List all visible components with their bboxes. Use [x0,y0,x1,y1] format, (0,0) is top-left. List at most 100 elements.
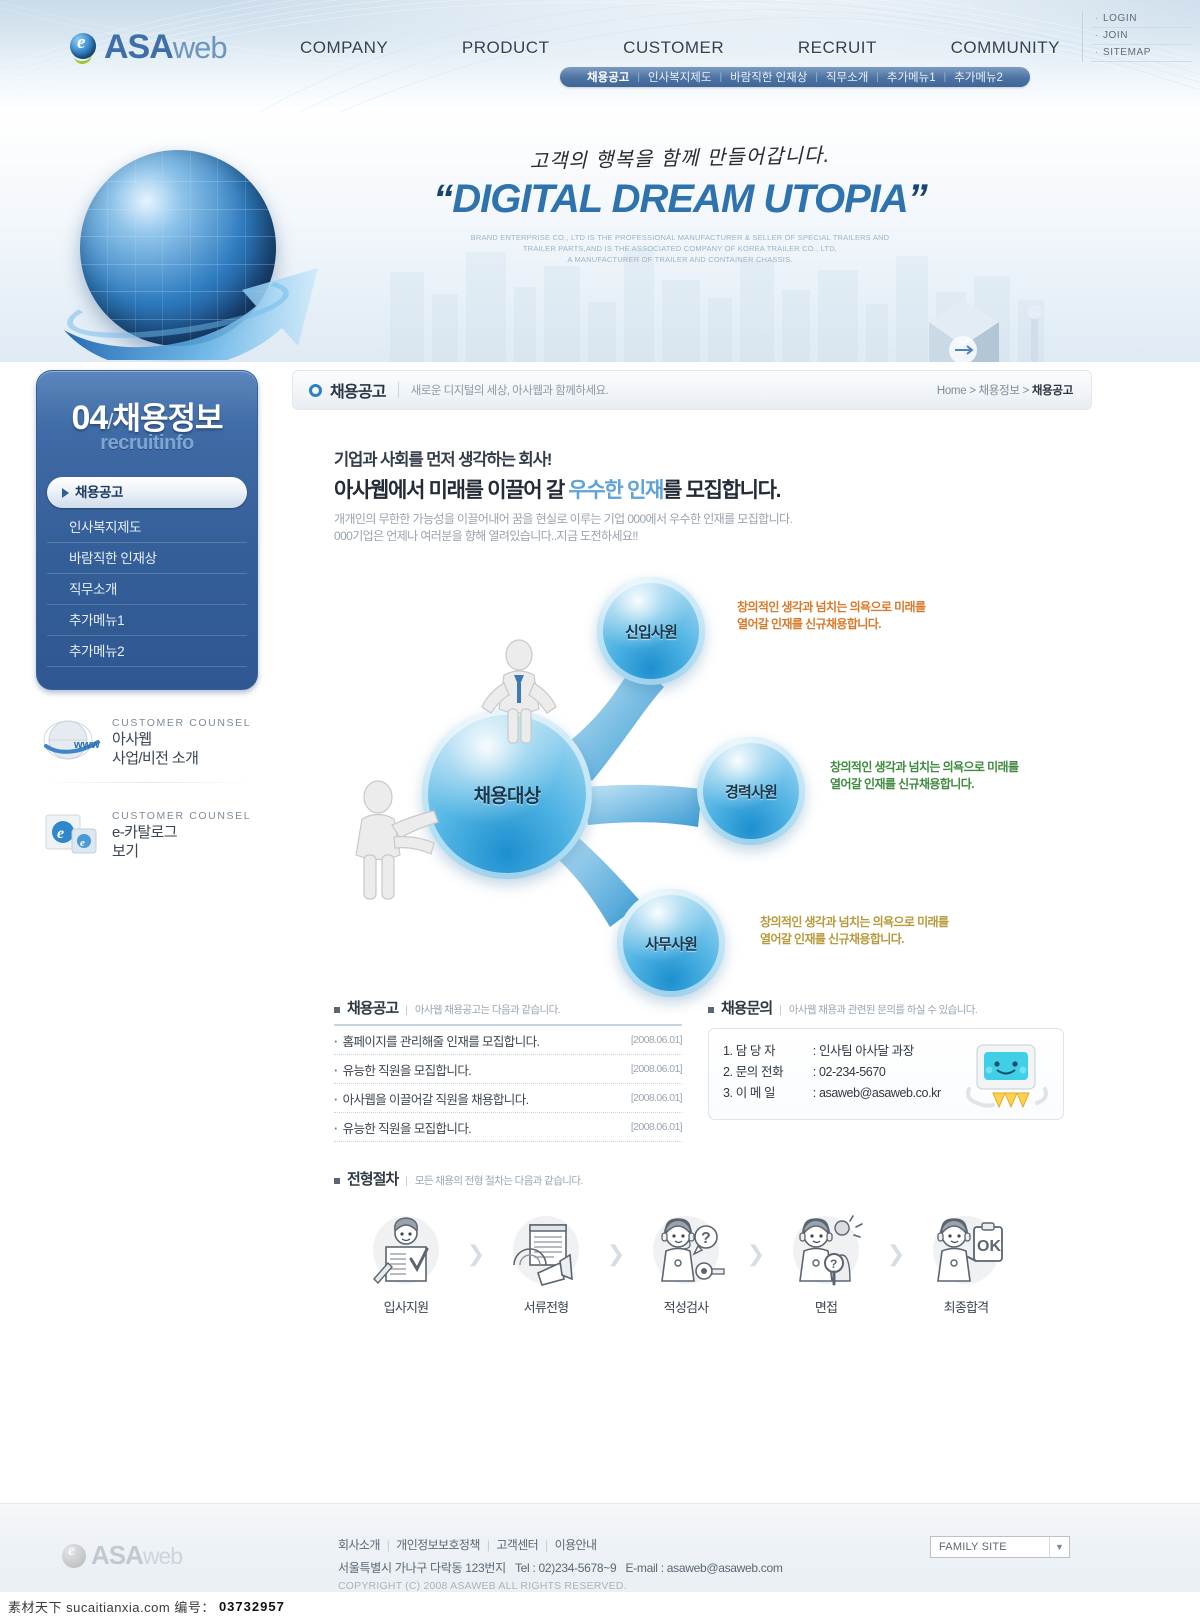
notice-date: [2008.06.01] [630,1063,683,1075]
process-heading: 전형절차 [347,1171,399,1188]
site-header: ASAweb COMPANY PRODUCT CUSTOMER RECRUIT … [0,0,1200,112]
process-step-document: 서류전형 [492,1213,600,1316]
document-megaphone-icon [504,1213,588,1287]
process-head-divider: | [405,1176,408,1187]
process-step-aptitude: ? 적성검사 [632,1213,740,1316]
table-row[interactable]: 유능한 직원을 모집합니다. [2008.06.01] [334,1055,683,1084]
logo-text-web: web [172,30,228,65]
svg-text:OK: OK [977,1238,1001,1255]
interview-magnifier-icon: ? [784,1213,868,1287]
hero-korean-headline: 고객의 행복을 함께 만들어갑니다. [529,142,831,174]
nav-item-community[interactable]: COMMUNITY [951,38,1060,58]
quote-open: “ [433,177,453,221]
footer-divider: | [386,1538,390,1552]
family-site-select[interactable]: FAMILY SITE ▼ [930,1536,1070,1558]
lead-line1: 기업과 사회를 먼저 생각하는 회사! [334,451,552,469]
diagram-note-new-employee: 창의적인 생각과 넘치는 의욕으로 미래를 열어갈 인재를 신규채용합니다. [737,599,926,633]
sidebar-item-job-intro[interactable]: 직무소개 [47,574,247,605]
diagram-note-experienced: 창의적인 생각과 넘치는 의욕으로 미래를 열어갈 인재를 신규채용합니다. [830,759,1019,793]
table-row[interactable]: 홈페이지를 관리해줄 인재를 모집합니다. [2008.06.01] [334,1026,683,1055]
side-nav-list: 채용공고 인사복지제도 바람직한 인재상 직무소개 추가메뉴1 추가메뉴2 [47,477,247,667]
diagram-node-label: 사무사원 [644,935,698,953]
sidebar-item-welfare[interactable]: 인사복지제도 [47,512,247,543]
nav-item-company[interactable]: COMPANY [300,38,388,58]
process-description: 모든 채용의 전형 절차는 다음과 같습니다. [414,1175,584,1187]
sidebar-item-extra1[interactable]: 추가메뉴1 [47,605,247,636]
lower-sections: 채용공고 | 아사웹 채용공고는 다음과 같습니다. 홈페이지를 관리해줄 인재… [334,997,1092,1142]
nav-item-product[interactable]: PRODUCT [462,38,550,58]
hero-desc-line3: A MANUFACTURER OF TRAILER AND CONTAINER … [567,255,793,264]
lead-line2-b: 를 모집합니다. [663,479,782,502]
breadcrumb-current: 채용공고 [1031,385,1073,397]
sidebar-item-extra2[interactable]: 추가메뉴2 [47,636,247,667]
site-logo[interactable]: ASAweb [68,28,228,66]
e-catalog-icon: e e [42,809,104,861]
process-step-label: 서류전형 [523,1300,569,1315]
breadcrumb-mid[interactable]: 채용정보 [979,385,1020,397]
diagram-bubble-office: 사무사원 [617,889,725,997]
subnav-item-welfare[interactable]: 인사복지제도 [640,69,719,85]
lead-line3-b: 000기업은 언제나 여러분을 향해 열려있습니다..지금 도전하세요!! [334,529,638,543]
logo-text-asa: ASA [104,28,174,66]
svg-text:?: ? [701,1230,711,1247]
inquiry-heading: 채용문의 [721,1000,773,1017]
chevron-down-icon[interactable]: ▼ [1049,1537,1069,1557]
contact-value: 02-234-5670 [818,1065,886,1079]
nav-item-customer[interactable]: CUSTOMER [623,38,724,58]
util-login[interactable]: LOGIN [1091,11,1192,28]
footer-address: 서울특별시 가나구 다락동 123번지 [338,1561,506,1575]
footer-link-privacy[interactable]: 개인정보보호정책 [396,1538,480,1552]
notice-section-header: 채용공고 | 아사웹 채용공고는 다음과 같습니다. [334,997,682,1018]
sidebar-item-ideal-talent[interactable]: 바람직한 인재상 [47,543,247,574]
footer-logo[interactable]: ASAweb [62,1540,183,1571]
sidebar-item-recruit-notice[interactable]: 채용공고 [47,477,247,508]
diagram-node-label: 신입사원 [624,623,678,641]
notice-date: [2008.06.01] [630,1034,683,1046]
subnav-item-job-intro[interactable]: 직무소개 [818,69,876,85]
banner-kr-line2: 보기 [112,842,139,860]
process-step-label: 입사지원 [383,1300,429,1315]
recruit-target-diagram: 채용대상 신입사원 경력사원 사무사원 창의적인 생각과 넘치는 의욕으로 미래… [292,559,1092,997]
headset-question-icon: ? [644,1213,728,1287]
circle-bullet-icon [309,383,322,397]
footer-logo-web: web [142,1543,183,1569]
sidebar-banner-business[interactable]: www CUSTOMER COUNSEL 아사웹 사업/비전 소개 [36,716,258,768]
footer-tel: Tel : 02)234-5678~9 [514,1561,617,1575]
subnav-item-ideal-talent[interactable]: 바람직한 인재상 [722,69,815,85]
contact-no: 2. [723,1065,733,1079]
process-step-final: OK 최종합격 [912,1213,1020,1316]
logo-text: ASAweb [104,28,228,66]
footer-divider: | [486,1538,490,1552]
diagram-note-line1: 창의적인 생각과 넘치는 의욕으로 미래를 [737,600,926,614]
sidebar-banner-catalog[interactable]: e e CUSTOMER COUNSEL e-카탈로그 보기 [36,809,258,861]
footer-email[interactable]: E-mail : asaweb@asaweb.com [625,1561,782,1575]
subnav-item-extra1[interactable]: 추가메뉴1 [879,69,944,85]
hero-english-headline: “DIGITAL DREAM UTOPIA” [420,177,940,222]
side-nav-title-kr: 채용정보 [112,401,223,436]
contact-sep: : [812,1044,816,1058]
watermark-text: 素材天下 sucaitianxia.com 编号： [8,1600,215,1615]
process-section: 전형절차 | 모든 채용의 전형 절차는 다음과 같습니다. 입사지원 ❯ 서류… [334,1168,1092,1316]
footer-address-line: 서울특별시 가나구 다락동 123번지 Tel : 02)234-5678~9 … [338,1558,783,1578]
quote-close: ” [907,177,928,221]
util-join[interactable]: JOIN [1091,28,1192,45]
lead-line2-highlight: 우수한 인재 [568,479,664,502]
page-title: 채용공고 [330,384,386,401]
subnav-item-recruit-notice[interactable]: 채용공고 [579,69,637,85]
nav-item-recruit[interactable]: RECRUIT [798,38,877,58]
inquiry-head-divider: | [779,1005,782,1016]
svg-text:e: e [80,837,85,849]
breadcrumb-home[interactable]: Home [937,385,967,397]
footer-link-guide[interactable]: 이용안내 [555,1538,597,1552]
table-row[interactable]: 유능한 직원을 모집합니다. [2008.06.01] [334,1113,683,1142]
subnav-item-extra2[interactable]: 추가메뉴2 [946,69,1011,85]
inquiry-description: 아사웹 채용과 관련된 문의를 하실 수 있습니다. [788,1004,978,1016]
contact-value[interactable]: asaweb@asaweb.co.kr [819,1086,941,1100]
footer-link-support[interactable]: 고객센터 [496,1538,538,1552]
footer-link-company[interactable]: 회사소개 [338,1538,380,1552]
notice-title: 유능한 직원을 모집합니다. [334,1118,472,1137]
diagram-note-line2: 열어갈 인재를 신규채용합니다. [830,777,975,791]
util-sitemap[interactable]: SITEMAP [1091,45,1192,62]
family-site-label: FAMILY SITE [939,1541,1007,1553]
table-row[interactable]: 아사웹을 이끌어갈 직원을 채용합니다. [2008.06.01] [334,1084,683,1113]
